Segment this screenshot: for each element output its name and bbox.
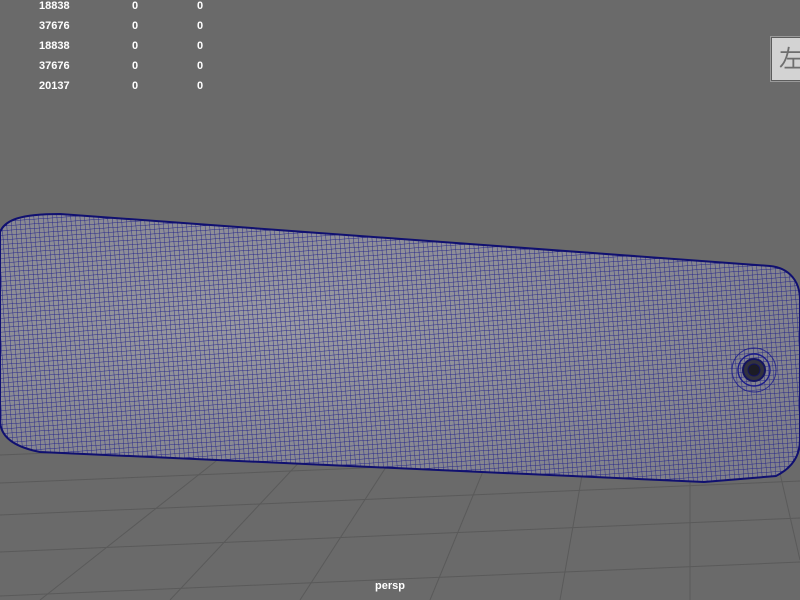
hud-value: 18838 [39, 0, 70, 12]
hud-value: 0 [197, 80, 204, 92]
hud-value: 0 [132, 0, 139, 12]
hud-row: 18838 0 0 [0, 0, 230, 20]
hud-value: 0 [197, 20, 204, 32]
hud-row: 37676 0 0 [0, 20, 230, 40]
hud-row: 18838 0 0 [0, 40, 230, 60]
hud-value: 18838 [39, 40, 70, 52]
hud-value: 0 [132, 20, 139, 32]
view-cube-label: 左 [779, 45, 800, 73]
mesh-hole [731, 347, 777, 393]
hud-value: 37676 [39, 20, 70, 32]
hud-value: 0 [132, 80, 139, 92]
hud-row: 37676 0 0 [0, 60, 230, 80]
hud-value: 0 [197, 60, 204, 72]
hud-value: 37676 [39, 60, 70, 72]
hud-value: 0 [197, 40, 204, 52]
hud-value: 0 [197, 0, 204, 12]
hud-value: 20137 [39, 80, 70, 92]
viewport[interactable]: 18838 0 0 37676 0 0 18838 0 0 37676 0 0 … [0, 0, 800, 600]
camera-name-label: persp [375, 580, 405, 592]
hud-row: 20137 0 0 [0, 80, 230, 100]
hud-value: 0 [132, 60, 139, 72]
mesh-object[interactable] [0, 200, 800, 500]
view-cube[interactable]: 左 [770, 36, 800, 82]
hud-value: 0 [132, 40, 139, 52]
hud-stats: 18838 0 0 37676 0 0 18838 0 0 37676 0 0 … [0, 0, 230, 100]
